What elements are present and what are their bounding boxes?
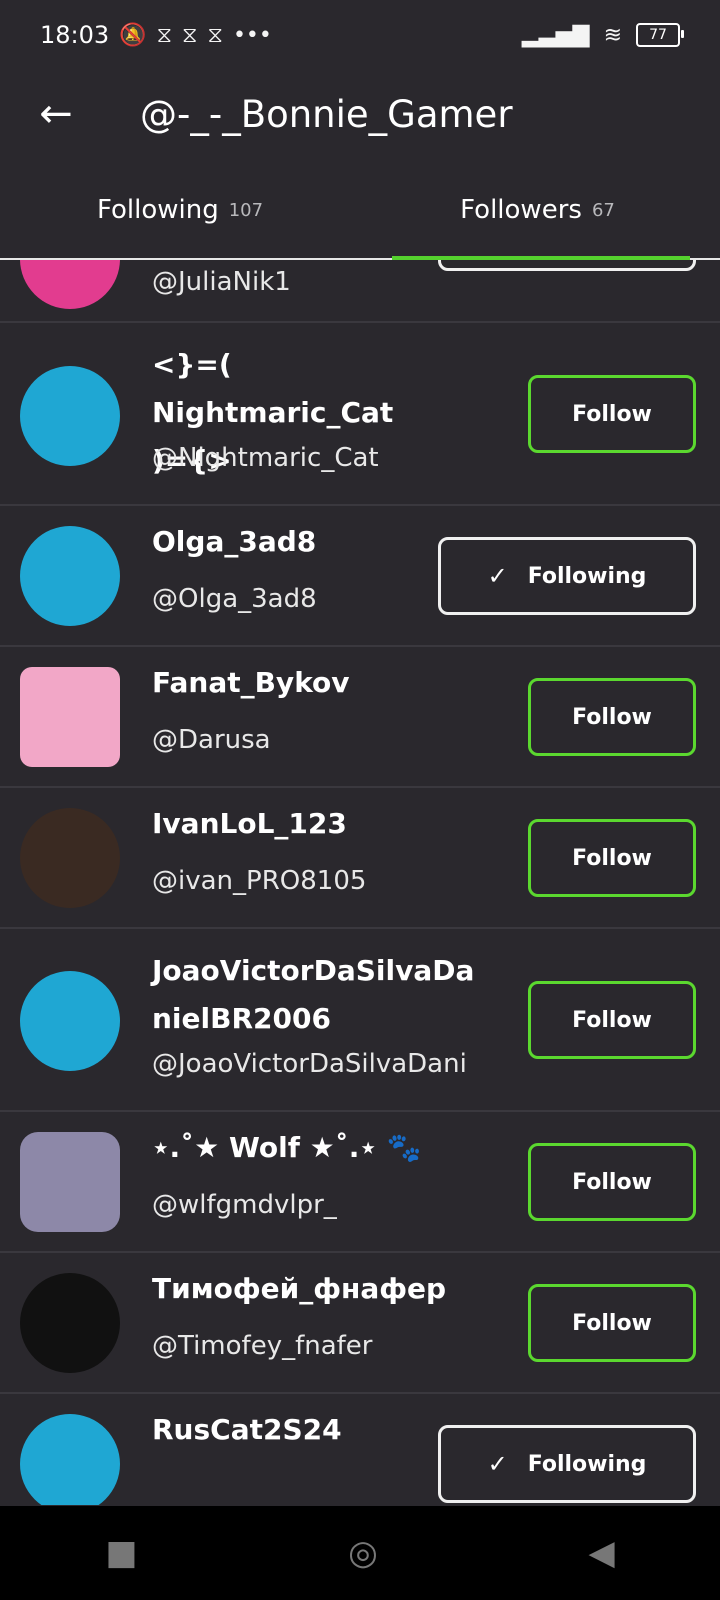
- status-right: ▂▃▅▇ ≋ 77: [521, 22, 684, 48]
- avatar[interactable]: [20, 260, 120, 309]
- user-display-name: IvanLoL_123: [152, 807, 347, 840]
- user-handle: @ivan_PRO8105: [152, 866, 367, 896]
- follow-button[interactable]: Follow: [528, 375, 696, 453]
- back-arrow-icon[interactable]: ←: [36, 91, 76, 137]
- follow-button[interactable]: Follow: [528, 819, 696, 897]
- avatar[interactable]: [20, 1414, 120, 1505]
- list-item[interactable]: JoaoVictorDaSilvaDa nielBR2006 @JoaoVict…: [0, 929, 720, 1112]
- tab-followers-count: 67: [591, 199, 615, 221]
- avatar[interactable]: [20, 526, 120, 626]
- bell-muted-icon: 🔕: [119, 22, 147, 48]
- list-item[interactable]: @JuliaNik1: [0, 260, 720, 323]
- tab-following[interactable]: Following 107: [0, 160, 360, 260]
- list-item[interactable]: ⋆.˚★ Wolf ★˚.⋆ 🐾 @wlfgmdvlpr_ Follow: [0, 1112, 720, 1253]
- following-button[interactable]: ✓ Following: [438, 537, 696, 615]
- avatar[interactable]: [20, 808, 120, 908]
- battery-icon: 77: [636, 23, 684, 47]
- avatar[interactable]: [20, 1132, 120, 1232]
- signal-icon: ▂▃▅▇: [521, 22, 590, 48]
- user-display-name: Fanat_Bykov: [152, 666, 350, 699]
- tab-following-count: 107: [228, 199, 264, 221]
- status-left: 18:03 🔕 ⧖ ⧖ ⧖ •••: [40, 21, 272, 49]
- user-handle: @JoaoVictorDaSilvaDani: [152, 1049, 467, 1079]
- app-icon-3: ⧖: [207, 22, 223, 48]
- avatar[interactable]: [20, 971, 120, 1071]
- following-button[interactable]: [438, 260, 696, 271]
- app-icon-1: ⧖: [156, 22, 173, 48]
- back-icon[interactable]: ◀: [588, 1533, 614, 1573]
- list-item[interactable]: RusCat2S24 ✓ Following: [0, 1394, 720, 1505]
- user-display-name: Olga_3ad8: [152, 525, 317, 558]
- follow-button[interactable]: Follow: [528, 678, 696, 756]
- list-item[interactable]: <}=( Nightmaric_Cat )={> @Nightmaric_Cat…: [0, 323, 720, 506]
- list-item[interactable]: IvanLoL_123 @ivan_PRO8105 Follow: [0, 788, 720, 929]
- user-handle: @JuliaNik1: [152, 267, 291, 297]
- home-icon[interactable]: ◎: [348, 1533, 378, 1573]
- user-display-name: Тимофей_фнафер: [152, 1272, 447, 1305]
- user-handle: @Olga_3ad8: [152, 584, 317, 614]
- following-button-label: Following: [527, 563, 647, 589]
- follow-button[interactable]: Follow: [528, 981, 696, 1059]
- following-button-label: Following: [527, 1451, 647, 1477]
- recent-apps-icon[interactable]: ■: [105, 1533, 137, 1573]
- following-button[interactable]: ✓ Following: [438, 1425, 696, 1503]
- status-bar: 18:03 🔕 ⧖ ⧖ ⧖ ••• ▂▃▅▇ ≋ 77: [0, 0, 720, 70]
- wifi-icon: ≋: [603, 22, 622, 48]
- avatar[interactable]: [20, 1273, 120, 1373]
- follow-button[interactable]: Follow: [528, 1284, 696, 1362]
- tab-followers[interactable]: Followers 67: [385, 160, 690, 260]
- list-item[interactable]: Тимофей_фнафер @Timofey_fnafer Follow: [0, 1253, 720, 1394]
- user-handle: @wlfgmdvlpr_: [152, 1190, 337, 1220]
- follow-button[interactable]: Follow: [528, 1143, 696, 1221]
- status-time: 18:03: [40, 21, 110, 49]
- list-item[interactable]: Fanat_Bykov @Darusa Follow: [0, 647, 720, 788]
- list-item[interactable]: Olga_3ad8 @Olga_3ad8 ✓ Following: [0, 506, 720, 647]
- tab-followers-label: Followers: [460, 195, 582, 225]
- check-icon: ✓: [487, 1450, 508, 1478]
- avatar[interactable]: [20, 366, 120, 466]
- tab-following-label: Following: [96, 195, 219, 225]
- user-handle: @Nightmaric_Cat: [152, 443, 379, 473]
- user-handle: @Darusa: [152, 725, 271, 755]
- battery-level: 77: [649, 27, 667, 43]
- top-app-bar: ← @-_-_Bonnie_Gamer: [0, 70, 720, 158]
- user-display-name: RusCat2S24: [152, 1413, 342, 1446]
- check-icon: ✓: [487, 562, 508, 590]
- user-display-name: JoaoVictorDaSilvaDa nielBR2006: [152, 954, 475, 1035]
- more-dots-icon: •••: [232, 22, 272, 48]
- system-nav-bar: ■ ◎ ◀: [0, 1506, 720, 1600]
- user-handle: @Timofey_fnafer: [152, 1331, 373, 1361]
- page-title: @-_-_Bonnie_Gamer: [140, 92, 513, 136]
- followers-list[interactable]: @JuliaNik1 <}=( Nightmaric_Cat )={> @Nig…: [0, 260, 720, 1505]
- user-display-name: ⋆.˚★ Wolf ★˚.⋆ 🐾: [152, 1131, 422, 1164]
- tabs-bar: Following 107 Followers 67: [0, 160, 720, 260]
- avatar[interactable]: [20, 667, 120, 767]
- app-icon-2: ⧖: [182, 22, 198, 48]
